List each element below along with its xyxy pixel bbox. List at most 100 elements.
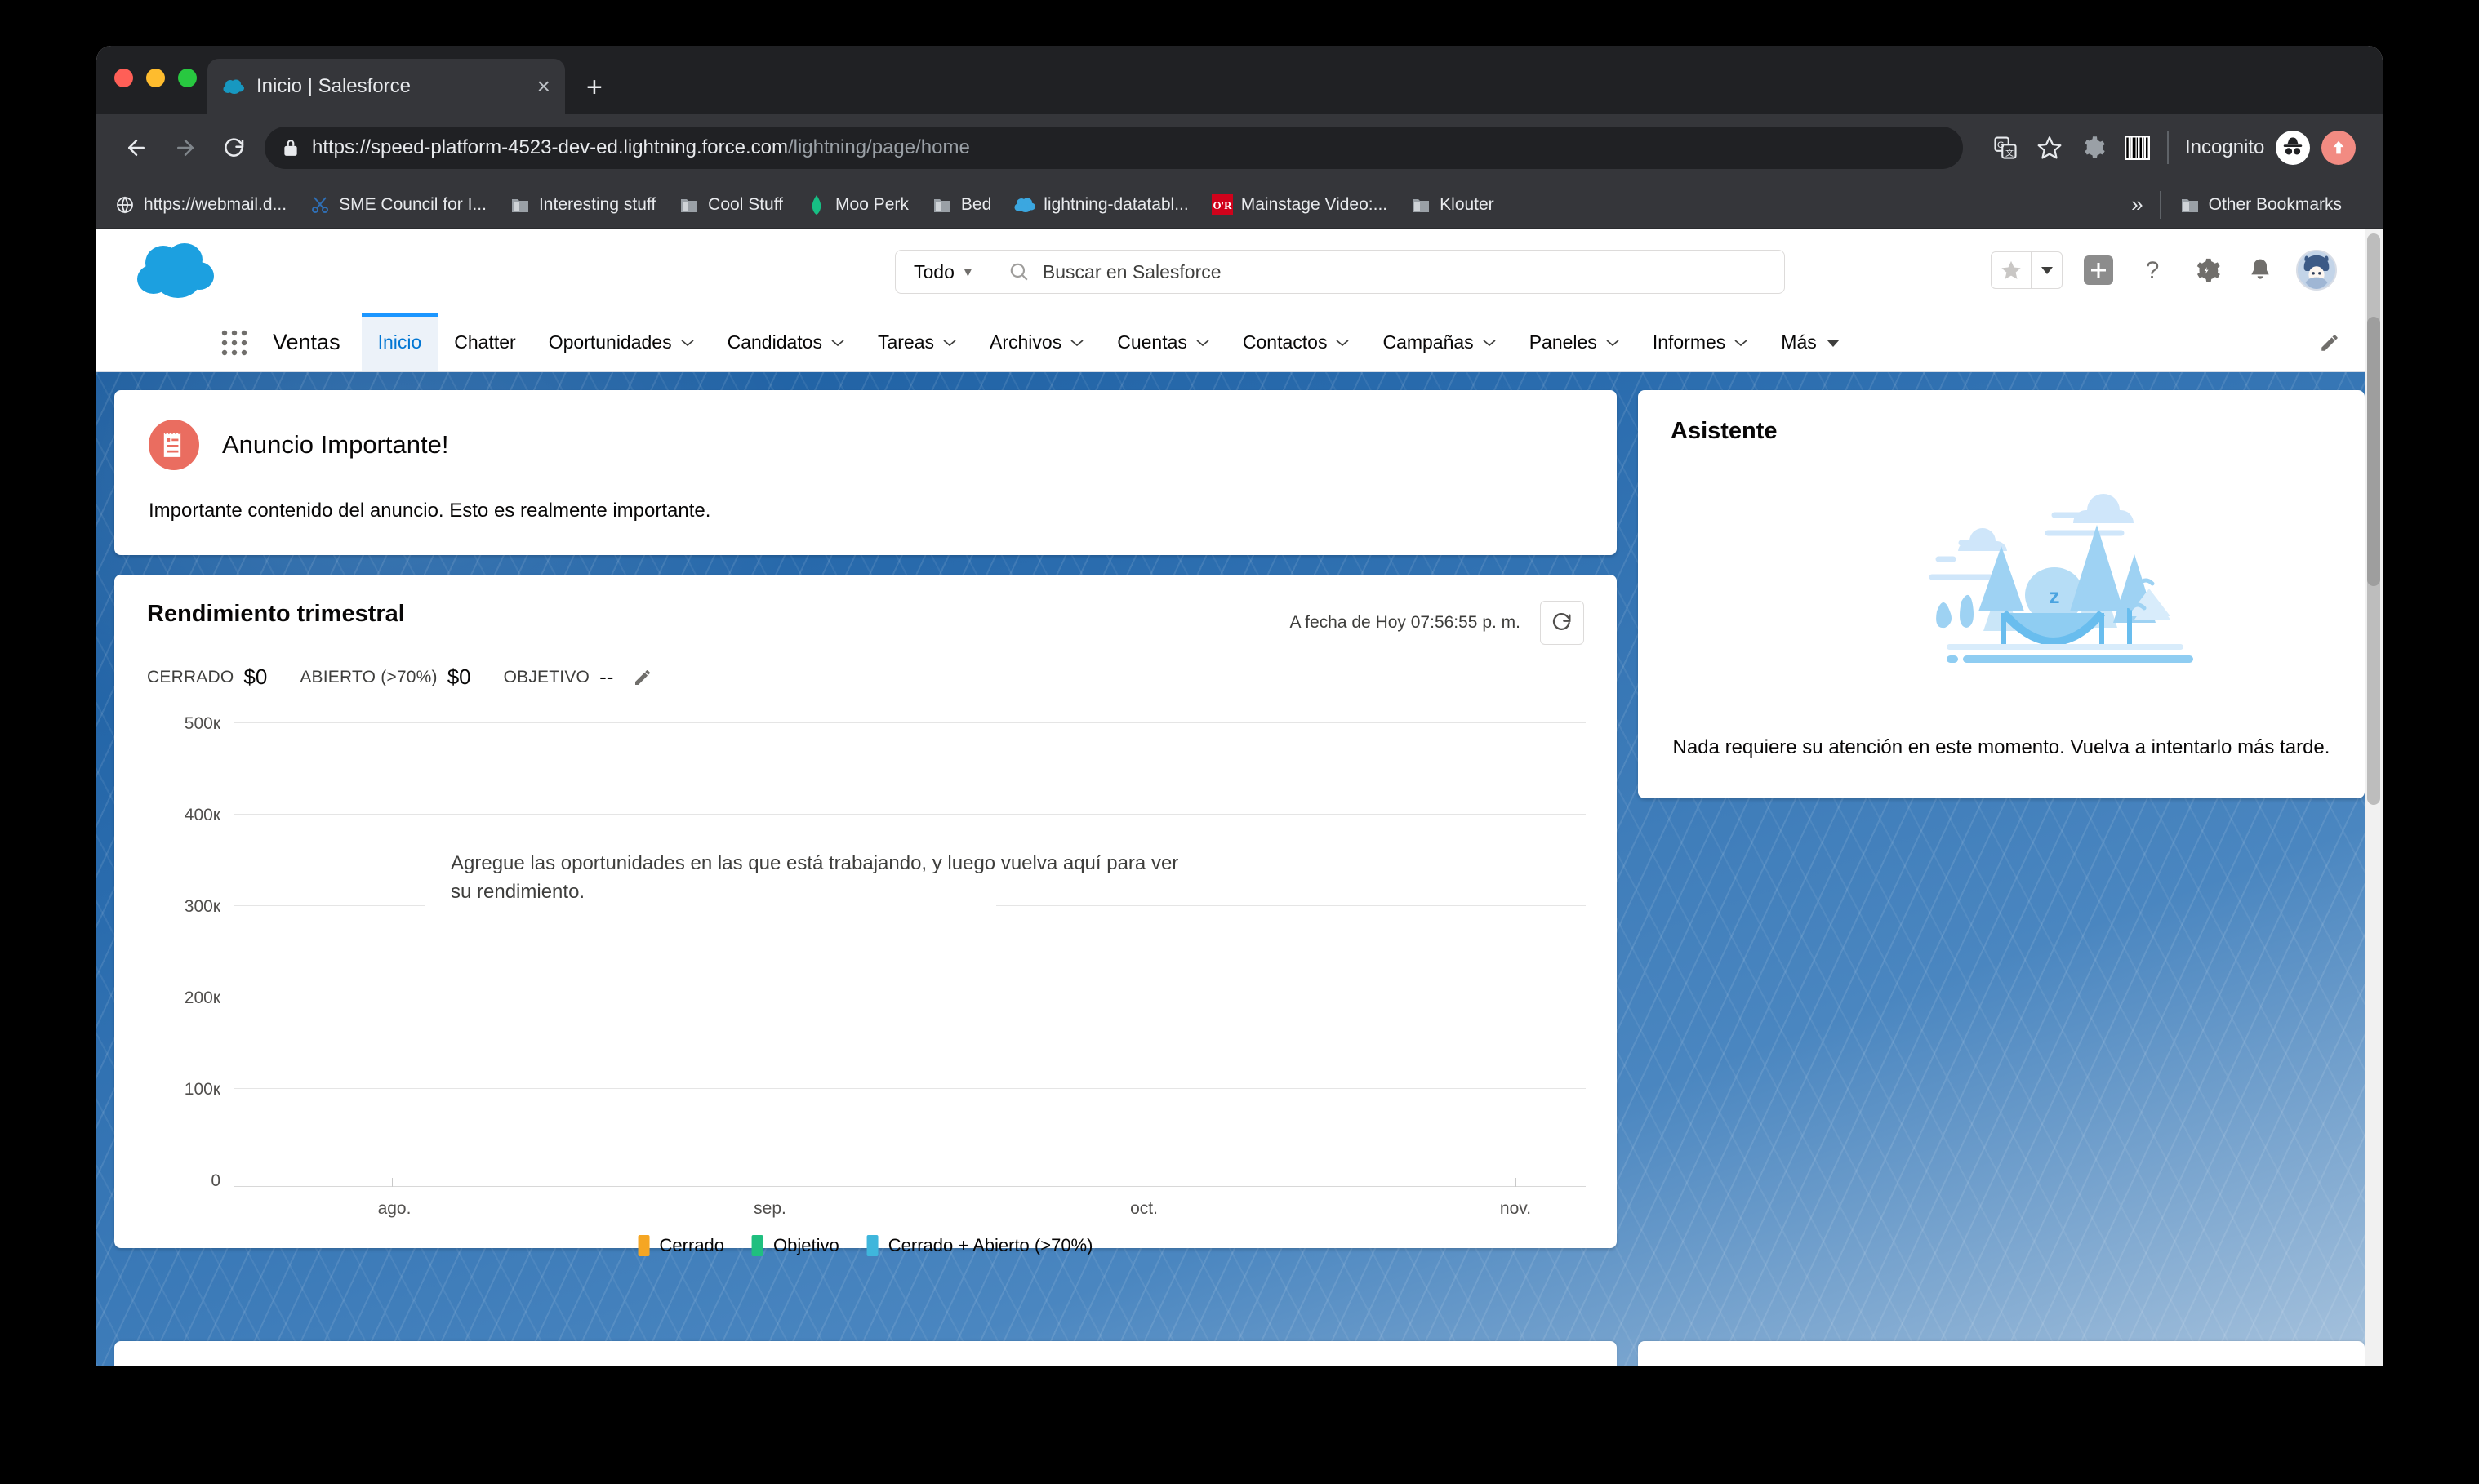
gridline-mask [425,995,996,997]
close-icon[interactable]: × [537,75,550,98]
nav-item-candidatos[interactable]: Candidatos [711,313,861,371]
salesforce-page: Todo ▾ [96,229,2383,1366]
forward-button[interactable] [167,129,204,167]
legend-item-objetivo[interactable]: Objetivo [752,1235,839,1256]
salesforce-cloud-logo[interactable] [136,242,217,300]
metric-value-cerrado: $0 [243,664,267,690]
refresh-icon[interactable] [1540,601,1584,645]
performance-header-actions: A fecha de Hoy 07:56:55 p. m. [1289,601,1584,645]
bookmark-item[interactable]: Moo Perk [806,194,909,215]
app-launcher-grid-icon[interactable] [211,313,258,371]
legend-item-cerrado-abierto[interactable]: Cerrado + Abierto (>70%) [867,1235,1093,1256]
bookmark-item[interactable]: SME Council for I... [309,194,487,215]
main-column: Anuncio Importante! Importante contenido… [114,390,1617,1248]
address-bar[interactable]: https://speed-platform-4523-dev-ed.light… [265,127,1963,169]
y-axis-tick-label: 100к [114,1080,220,1100]
lock-icon [283,138,299,158]
metric-label-objetivo: OBJETIVO [504,668,590,687]
nav-item-mas[interactable]: Más [1765,313,1857,371]
extension-gear-icon[interactable] [2076,130,2112,166]
metric-label-cerrado: CERRADO [147,668,234,687]
star-icon[interactable] [2032,130,2067,166]
bookmark-item[interactable]: Cool Stuff [679,194,783,215]
nav-item-label: Campañas [1382,331,1473,353]
pencil-icon[interactable] [633,668,652,687]
nav-item-label: Tareas [878,331,934,353]
nav-item-archivos[interactable]: Archivos [973,313,1101,371]
back-button[interactable] [118,129,155,167]
bookmark-item[interactable]: Interesting stuff [510,194,656,215]
global-header-actions: ? [1991,250,2337,291]
translate-icon[interactable]: G文 [1987,130,2023,166]
incognito-avatar-icon[interactable] [2276,131,2310,165]
star-icon[interactable] [1992,252,2031,288]
sleeping-hammock-illustration: z [1671,464,2332,709]
nav-item-label: Más [1781,331,1816,353]
question-icon[interactable]: ? [2134,252,2170,288]
legend-item-cerrado[interactable]: Cerrado [639,1235,724,1256]
svg-text:O'R: O'R [1213,199,1232,211]
bookmark-label: Interesting stuff [539,195,656,215]
other-bookmarks-button[interactable]: Other Bookmarks [2179,194,2342,215]
nav-item-contactos[interactable]: Contactos [1226,313,1367,371]
caret-down-icon [1825,337,1841,349]
page-scrollbar[interactable] [2365,229,2383,1366]
chevron-down-icon [1070,338,1084,348]
bookmark-item[interactable]: O'R Mainstage Video:... [1212,194,1387,215]
update-available-button[interactable] [2321,131,2356,165]
nav-item-tareas[interactable]: Tareas [861,313,973,371]
search-input[interactable] [1043,251,1784,293]
bookmark-item[interactable]: Klouter [1410,194,1494,215]
nav-item-label: Archivos [990,331,1061,353]
new-tab-button[interactable]: + [586,73,603,101]
nav-item-paneles[interactable]: Paneles [1513,313,1636,371]
extension-barcode-icon[interactable] [2120,130,2156,166]
profile-label: Incognito [2185,136,2264,159]
nav-item-inicio[interactable]: Inicio [362,313,438,371]
minimize-window-button[interactable] [146,69,165,87]
gridline [234,1088,1586,1089]
bookmark-label: https://webmail.d... [144,195,287,215]
announcement-body: Importante contenido del anuncio. Esto e… [149,500,1582,522]
nav-item-campanas[interactable]: Campañas [1366,313,1512,371]
bookmark-label: Cool Stuff [708,195,783,215]
bookmark-item[interactable]: https://webmail.d... [114,194,287,215]
reload-button[interactable] [216,129,253,167]
bookmark-item[interactable]: lightning-datatabl... [1014,194,1188,215]
chevron-down-icon [1195,338,1210,348]
pencil-icon[interactable] [2319,313,2340,371]
svg-text:文: 文 [2005,148,2014,158]
salesforce-global-header: Todo ▾ [96,229,2383,313]
metric-label-abierto: ABIERTO (>70%) [300,668,437,687]
maximize-window-button[interactable] [178,69,197,87]
leaf-icon [806,194,827,215]
folder-icon [510,194,531,215]
inner-scrollbar-thumb[interactable] [2367,317,2380,586]
bookmark-label: Klouter [1440,195,1494,215]
chevron-down-icon[interactable] [2031,252,2062,288]
app-name[interactable]: Ventas [258,313,362,371]
x-axis-tick-label: ago. [378,1199,412,1219]
nav-item-chatter[interactable]: Chatter [438,313,532,371]
bookmark-item[interactable]: Bed [932,194,991,215]
nav-item-label: Inicio [378,331,422,353]
nav-item-label: Contactos [1243,331,1328,353]
legend-label: Objetivo [773,1235,839,1256]
nav-item-oportunidades[interactable]: Oportunidades [532,313,711,371]
plus-icon[interactable] [2081,252,2116,288]
address-bar-url: https://speed-platform-4523-dev-ed.light… [312,136,970,159]
search-scope-selector[interactable]: Todo ▾ [896,251,990,293]
gear-icon[interactable] [2188,252,2224,288]
browser-tab[interactable]: Inicio | Salesforce × [207,59,565,114]
assistant-message: Nada requiere su atención en este moment… [1671,734,2332,762]
bookmarks-overflow-button[interactable]: » [2131,192,2143,217]
chevron-down-icon [1605,338,1620,348]
nav-item-informes[interactable]: Informes [1636,313,1765,371]
chevron-down-icon [680,338,695,348]
bookmark-label: Bed [961,195,991,215]
bell-icon[interactable] [2242,252,2278,288]
nav-item-cuentas[interactable]: Cuentas [1101,313,1226,371]
close-window-button[interactable] [114,69,133,87]
user-avatar[interactable] [2296,250,2337,291]
nav-item-label: Chatter [454,331,515,353]
